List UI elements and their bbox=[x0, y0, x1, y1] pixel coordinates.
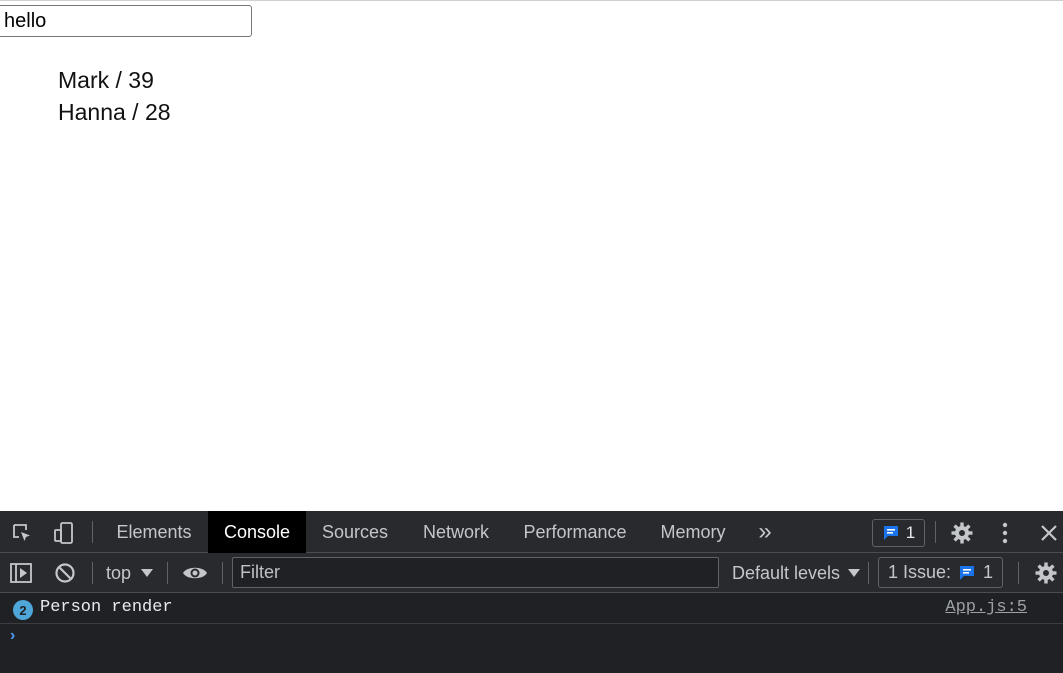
tab-elements[interactable]: Elements bbox=[101, 511, 207, 553]
device-toolbar-icon[interactable] bbox=[50, 520, 78, 546]
text-input[interactable] bbox=[0, 5, 252, 37]
log-levels-label: Default levels bbox=[732, 562, 841, 583]
message-icon bbox=[882, 524, 900, 542]
issues-label: 1 Issue: bbox=[887, 562, 952, 582]
close-icon[interactable] bbox=[1037, 520, 1061, 546]
tab-performance[interactable]: Performance bbox=[509, 511, 641, 553]
issue-icon bbox=[958, 564, 976, 582]
divider bbox=[1018, 562, 1019, 584]
filter-input[interactable] bbox=[232, 557, 719, 588]
console-toolbar: top Default levels 1 Issue: 1 bbox=[0, 553, 1063, 593]
devtools-tab-bar: Elements Console Sources Network Perform… bbox=[0, 511, 1063, 553]
web-page: Mark / 39 Hanna / 28 bbox=[0, 0, 1063, 511]
gear-icon[interactable] bbox=[1033, 560, 1059, 586]
tab-network[interactable]: Network bbox=[404, 511, 508, 553]
divider bbox=[92, 521, 93, 543]
prompt-chevron-icon[interactable]: › bbox=[10, 627, 15, 645]
divider bbox=[935, 521, 936, 543]
tab-memory[interactable]: Memory bbox=[642, 511, 744, 553]
sidebar-toggle-icon[interactable] bbox=[8, 560, 34, 586]
console-message: 2 Person render App.js:5 bbox=[0, 593, 1063, 624]
eye-icon[interactable] bbox=[181, 560, 209, 586]
inspect-element-icon[interactable] bbox=[8, 520, 36, 546]
context-select[interactable]: top bbox=[106, 553, 154, 593]
dropdown-arrow-icon bbox=[141, 568, 154, 578]
divider bbox=[92, 562, 93, 584]
tab-console[interactable]: Console bbox=[208, 511, 306, 553]
list-item: Hanna / 28 bbox=[58, 99, 171, 125]
list-item: Mark / 39 bbox=[58, 67, 154, 93]
chevron-double-right-icon[interactable]: » bbox=[752, 511, 778, 553]
messages-count: 1 bbox=[905, 523, 916, 542]
devtools-panel: Elements Console Sources Network Perform… bbox=[0, 511, 1063, 673]
log-levels-dropdown[interactable]: Default levels bbox=[732, 553, 861, 593]
clear-console-icon[interactable] bbox=[52, 560, 78, 586]
issues-count: 1 bbox=[983, 562, 994, 582]
repeat-count-badge: 2 bbox=[13, 600, 33, 620]
divider bbox=[167, 562, 168, 584]
issues-button[interactable]: 1 Issue: 1 bbox=[878, 557, 1003, 588]
kebab-menu-icon[interactable] bbox=[993, 520, 1017, 546]
context-label: top bbox=[106, 562, 132, 583]
dropdown-arrow-icon bbox=[848, 568, 861, 578]
console-message-text: Person render bbox=[40, 598, 173, 617]
people-list: Mark / 39 Hanna / 28 bbox=[58, 64, 171, 128]
messages-badge[interactable]: 1 bbox=[872, 519, 925, 547]
divider bbox=[222, 562, 223, 584]
tab-sources[interactable]: Sources bbox=[307, 511, 403, 553]
source-link[interactable]: App.js:5 bbox=[945, 598, 1027, 617]
gear-icon[interactable] bbox=[949, 520, 975, 546]
divider bbox=[868, 562, 869, 584]
